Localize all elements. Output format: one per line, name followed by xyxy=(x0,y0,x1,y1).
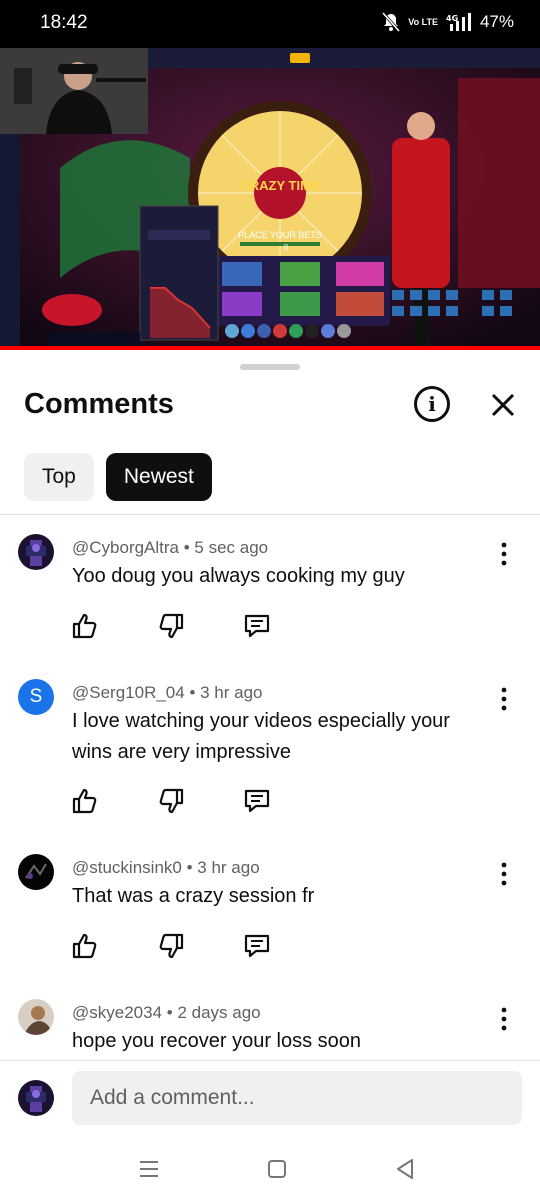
home-icon[interactable] xyxy=(264,1156,290,1182)
like-icon[interactable] xyxy=(70,611,100,641)
system-nav-bar xyxy=(0,1140,540,1200)
comments-title: Comments xyxy=(24,388,174,420)
dislike-icon[interactable] xyxy=(156,611,186,641)
comment-time: 5 sec ago xyxy=(194,538,269,557)
comment-actions xyxy=(70,611,272,641)
battery-percent: 47% xyxy=(479,12,514,31)
wheel-logo-text: CRAZY TIME xyxy=(240,178,320,193)
mute-bell-icon xyxy=(382,12,401,32)
reply-icon[interactable] xyxy=(242,931,272,961)
comment-text: That was a crazy session fr xyxy=(72,885,315,907)
like-icon[interactable] xyxy=(70,786,100,816)
avatar[interactable] xyxy=(18,854,54,890)
comment-actions xyxy=(70,786,272,816)
back-icon[interactable] xyxy=(392,1156,418,1182)
more-options-icon[interactable] xyxy=(492,686,516,712)
comment-text: Yoo doug you always cooking my guy xyxy=(72,565,405,587)
status-icons: Vo LTE 4G 47% xyxy=(382,12,514,32)
video-player[interactable]: CRAZY TIME PLACE YOUR BETS 8 xyxy=(0,48,540,350)
more-options-icon[interactable] xyxy=(492,861,516,887)
reply-icon[interactable] xyxy=(242,786,272,816)
comment-time: 2 days ago xyxy=(177,1003,261,1022)
chip-newest[interactable]: Newest xyxy=(105,453,212,501)
comment-author[interactable]: @stuckinsink0 xyxy=(72,858,182,877)
place-bets-label: PLACE YOUR BETS xyxy=(238,230,322,240)
countdown-label: 8 xyxy=(284,243,289,252)
status-bar: 18:42 Vo LTE 4G 47% xyxy=(0,0,540,48)
chip-top[interactable]: Top xyxy=(24,453,94,501)
comment-meta: @skye2034 • 2 days ago xyxy=(72,1003,261,1022)
reply-icon[interactable] xyxy=(242,611,272,641)
comment-meta: @stuckinsink0 • 3 hr ago xyxy=(72,858,260,877)
close-icon[interactable] xyxy=(486,388,520,422)
comment-meta: @Serg10R_04 • 3 hr ago xyxy=(72,683,263,702)
volte-label: Vo LTE xyxy=(408,16,438,27)
comments-list[interactable]: @CyborgAltra • 5 sec ago Yoo doug you al… xyxy=(0,515,540,1060)
dislike-icon[interactable] xyxy=(156,931,186,961)
like-icon[interactable] xyxy=(70,931,100,961)
comment-author[interactable]: @skye2034 xyxy=(72,1003,162,1022)
comment-time: 3 hr ago xyxy=(197,858,260,877)
own-avatar xyxy=(18,1080,54,1116)
avatar[interactable] xyxy=(18,999,54,1035)
comment-text: I love watching your videos especially y… xyxy=(72,710,450,763)
comment-text: hope you recover your loss soon xyxy=(72,1030,362,1052)
signal-icon: 4G xyxy=(446,13,472,31)
composer-divider xyxy=(0,1060,540,1061)
comment-author[interactable]: @CyborgAltra xyxy=(72,538,179,557)
drag-handle[interactable] xyxy=(240,364,300,370)
dislike-icon[interactable] xyxy=(156,786,186,816)
comment-meta: @CyborgAltra • 5 sec ago xyxy=(72,538,269,557)
comment-time: 3 hr ago xyxy=(200,683,263,702)
more-options-icon[interactable] xyxy=(492,1006,516,1032)
add-comment-input[interactable]: Add a comment... xyxy=(72,1071,522,1125)
recent-apps-icon[interactable] xyxy=(136,1156,162,1182)
avatar[interactable]: S xyxy=(18,679,54,715)
sort-chips: Top Newest xyxy=(24,453,212,501)
comment-author[interactable]: @Serg10R_04 xyxy=(72,683,185,702)
comments-sheet: Comments i Top Newest @CyborgAltra • 5 s… xyxy=(0,350,540,1200)
info-icon[interactable]: i xyxy=(414,386,450,422)
status-time: 18:42 xyxy=(40,12,88,33)
comment-actions xyxy=(70,931,272,961)
more-options-icon[interactable] xyxy=(492,541,516,567)
avatar[interactable] xyxy=(18,534,54,570)
